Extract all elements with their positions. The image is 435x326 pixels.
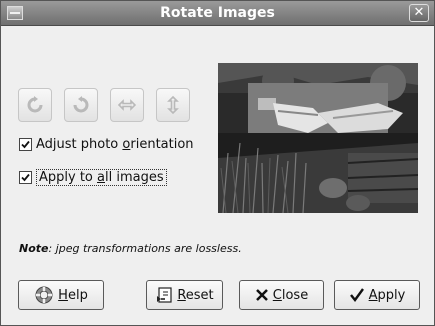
flip-horizontal-button[interactable] [110, 88, 144, 122]
photo-preview-image [218, 63, 418, 213]
reset-icon [155, 286, 173, 304]
reset-button[interactable]: Reset [146, 280, 223, 310]
flip-vertical-button[interactable] [156, 88, 190, 122]
flip-horizontal-icon [117, 99, 137, 111]
adjust-orientation-label: Adjust photo orientation [36, 136, 194, 152]
checkmark-icon [349, 287, 365, 303]
checkmark-icon [21, 173, 30, 181]
image-preview [218, 63, 418, 213]
close-x-icon [255, 288, 269, 302]
rotate-left-icon [73, 96, 89, 113]
apply-button[interactable]: Apply [334, 280, 420, 310]
checkmark-icon [21, 140, 30, 148]
rotate-right-button[interactable] [18, 88, 52, 122]
help-icon [34, 285, 54, 305]
window-title: Rotate Images [160, 5, 275, 21]
apply-button-label: Apply [368, 287, 406, 303]
close-button-label: Close [272, 287, 309, 303]
rotate-right-icon [27, 96, 43, 113]
reset-button-label: Reset [177, 287, 214, 303]
help-button-label: Help [58, 287, 88, 303]
checkbox-box[interactable] [19, 137, 32, 151]
checkbox-box[interactable] [19, 170, 32, 184]
help-button[interactable]: Help [18, 280, 104, 310]
close-button[interactable]: Close [239, 280, 324, 310]
note-text: Note: jpeg transformations are lossless. [19, 242, 242, 255]
adjust-orientation-checkbox[interactable]: Adjust photo orientation [19, 135, 194, 153]
apply-all-checkbox[interactable]: Apply to all images [19, 168, 167, 186]
flip-vertical-icon [167, 95, 179, 115]
rotate-images-dialog: Rotate Images ✕ Adjust photo orientation… [0, 0, 435, 326]
title-bar[interactable]: Rotate Images ✕ [1, 1, 434, 26]
apply-all-label: Apply to all images [36, 168, 167, 186]
rotate-left-button[interactable] [64, 88, 98, 122]
window-close-button[interactable]: ✕ [409, 4, 429, 22]
